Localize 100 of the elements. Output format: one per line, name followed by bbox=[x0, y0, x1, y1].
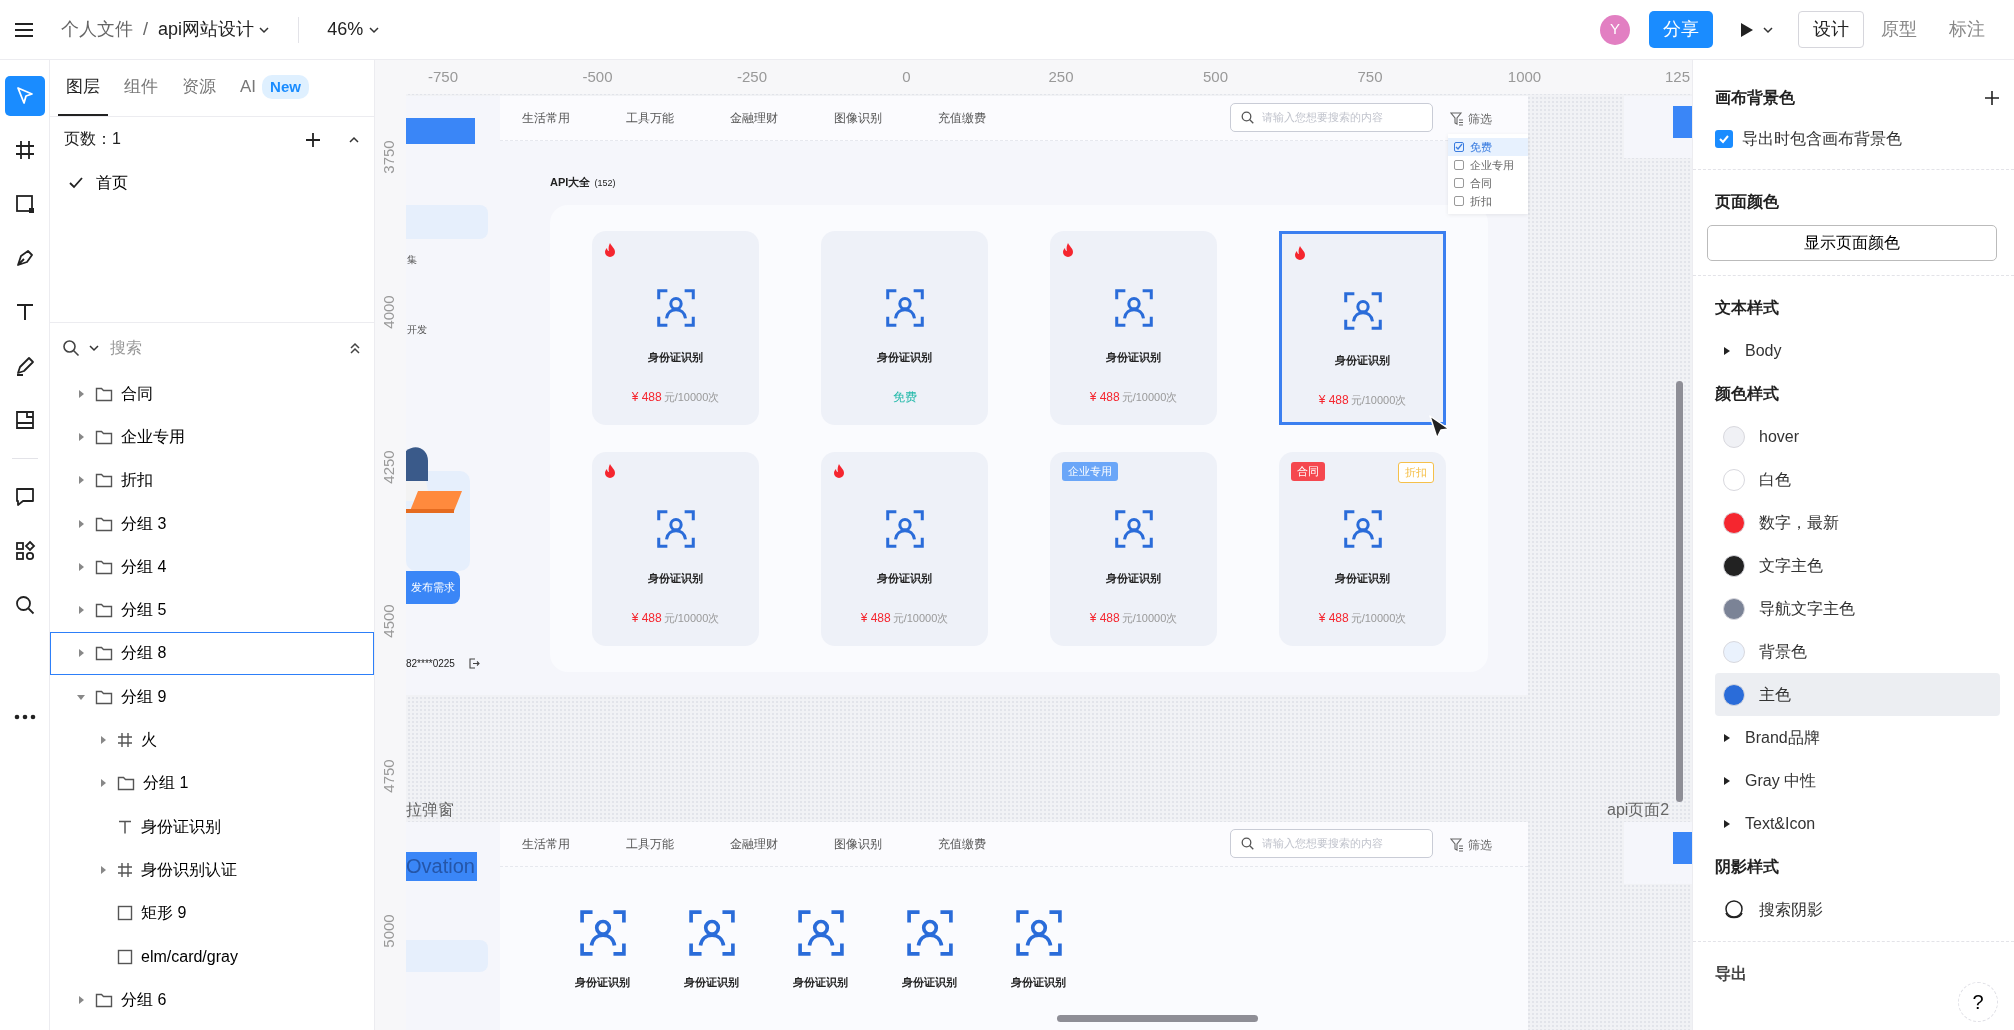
nav-link[interactable]: 充值缴费 bbox=[938, 835, 986, 853]
option-label: 企业专用 bbox=[1470, 157, 1514, 173]
nav-link[interactable]: 生活常用 bbox=[522, 109, 570, 127]
api-card[interactable]: 企业专用 身份证识别 ¥ 488 元/10000次 bbox=[1050, 452, 1217, 646]
nav-link[interactable]: 生活常用 bbox=[522, 835, 570, 853]
api-card[interactable]: 身份证识别 ¥ 488 元/10000次 bbox=[1279, 231, 1446, 425]
nav-link[interactable]: 图像识别 bbox=[834, 109, 882, 127]
nav-link[interactable]: 图像识别 bbox=[834, 835, 882, 853]
nav-link[interactable]: 充值缴费 bbox=[938, 109, 986, 127]
filter-icon bbox=[1450, 838, 1464, 852]
api-card[interactable]: 身份证识别 ¥ 488 元/10000次 bbox=[592, 452, 759, 646]
search-icon bbox=[62, 338, 80, 357]
layer-item[interactable]: 合同 bbox=[50, 372, 374, 416]
nav-link[interactable]: 工具万能 bbox=[626, 109, 674, 127]
layer-item[interactable]: 分组 4 bbox=[50, 545, 374, 589]
layer-item[interactable]: 身份识别认证 bbox=[50, 848, 374, 892]
layer-item[interactable]: 分组 9 bbox=[50, 675, 374, 719]
filter-button[interactable]: 筛选 bbox=[1450, 110, 1492, 128]
layer-item[interactable]: 分组 8 bbox=[50, 631, 374, 676]
search-field[interactable]: 搜索 bbox=[108, 334, 340, 361]
section-title: 页面颜色 bbox=[1715, 191, 1780, 212]
color-style[interactable]: 文字主色 bbox=[1715, 544, 2000, 587]
logout-icon[interactable] bbox=[469, 658, 480, 669]
api-card[interactable]: 合同 折扣 身份证识别 ¥ 488 元/10000次 bbox=[1279, 452, 1446, 646]
filter-button[interactable]: 筛选 bbox=[1450, 836, 1492, 854]
filter-option[interactable]: 免费 bbox=[1448, 138, 1528, 156]
filter-icon bbox=[1450, 112, 1464, 126]
file-name-dropdown[interactable]: api网站设计 bbox=[158, 16, 271, 43]
apps-icon bbox=[13, 540, 36, 562]
mode-tab[interactable]: 标注 bbox=[1934, 11, 2000, 48]
color-style[interactable]: 导航文字主色 bbox=[1715, 587, 2000, 630]
api-card[interactable]: 身份证识别 ¥ 488 元/10000次 bbox=[821, 452, 988, 646]
style-group[interactable]: Gray 中性 bbox=[1715, 759, 2000, 802]
filter-option[interactable]: 合同 bbox=[1448, 174, 1528, 192]
price: ¥ 488 bbox=[631, 388, 662, 406]
folder-icon bbox=[95, 472, 113, 489]
ruler-number: 1000 bbox=[1507, 67, 1542, 87]
help-button[interactable]: ? bbox=[1958, 982, 1998, 1022]
panel-tab[interactable]: AI New bbox=[232, 60, 317, 116]
color-style[interactable]: hover bbox=[1715, 415, 2000, 458]
card-title: 身份证识别 bbox=[648, 350, 703, 365]
checkbox[interactable] bbox=[1454, 160, 1464, 170]
breadcrumb-link[interactable]: 个人文件 bbox=[61, 16, 133, 43]
api-card[interactable]: 身份证识别 ¥ 488 元/10000次 bbox=[592, 231, 759, 425]
layer-item[interactable]: 分组 1 bbox=[50, 761, 374, 805]
text-layer-icon bbox=[117, 818, 133, 835]
nav-link[interactable]: 金融理财 bbox=[730, 109, 778, 127]
nav-link[interactable]: 工具万能 bbox=[626, 835, 674, 853]
ruler-number: 500 bbox=[1203, 67, 1228, 87]
scrollbar[interactable] bbox=[1676, 381, 1683, 802]
filter-option[interactable]: 企业专用 bbox=[1448, 156, 1528, 174]
style-group[interactable]: Body bbox=[1715, 329, 2000, 372]
scrollbar[interactable] bbox=[1057, 1015, 1258, 1022]
ruler-number: 4500 bbox=[379, 604, 399, 639]
more-icon bbox=[13, 714, 36, 720]
show-page-color-button[interactable]: 显示页面颜色 bbox=[1707, 225, 1997, 261]
collapse-all-icon[interactable] bbox=[348, 340, 362, 355]
layer-item[interactable]: 分组 5 bbox=[50, 588, 374, 632]
layer-item[interactable]: elm/card/gray bbox=[50, 934, 374, 979]
shadow-style[interactable]: 搜索阴影 bbox=[1715, 888, 2000, 931]
layer-item[interactable]: 身份证识别 bbox=[50, 804, 374, 849]
color-style[interactable]: 主色 bbox=[1715, 673, 2000, 716]
nav-link[interactable]: 金融理财 bbox=[730, 835, 778, 853]
play-button[interactable] bbox=[1739, 21, 1774, 38]
ruler-number: 5000 bbox=[379, 914, 399, 948]
page-item[interactable]: 首页 bbox=[50, 161, 374, 205]
layer-item[interactable]: 分组 3 bbox=[50, 501, 374, 546]
api-card[interactable]: 身份证识别 免费 bbox=[821, 231, 988, 425]
style-group[interactable]: Text&Icon bbox=[1715, 802, 2000, 845]
filter-option[interactable]: 折扣 bbox=[1448, 192, 1528, 210]
checkbox-label[interactable]: 导出时包含画布背景色 bbox=[1715, 119, 2000, 159]
publish-button[interactable]: 发布需求 bbox=[406, 571, 460, 604]
color-style[interactable]: 背景色 bbox=[1715, 630, 2000, 673]
checkbox[interactable] bbox=[1454, 196, 1464, 206]
layer-item[interactable]: 分组 6 bbox=[50, 978, 374, 1022]
zoom-dropdown[interactable]: 46% bbox=[327, 16, 380, 43]
ruler-number: -500 bbox=[582, 67, 613, 87]
rectangle-icon bbox=[117, 905, 133, 922]
panel-tab[interactable]: 组件 bbox=[116, 60, 166, 116]
folder-icon bbox=[95, 558, 113, 575]
style-group[interactable]: Brand品牌 bbox=[1715, 716, 2000, 759]
folder-icon bbox=[117, 775, 135, 792]
mode-tab[interactable]: 原型 bbox=[1866, 11, 1932, 48]
layer-item[interactable]: 企业专用 bbox=[50, 415, 374, 459]
layer-item[interactable]: 火 bbox=[50, 718, 374, 762]
mode-tab[interactable]: 设计 bbox=[1798, 11, 1864, 48]
color-style[interactable]: 数字，最新 bbox=[1715, 501, 2000, 544]
banner-text: Ovation bbox=[406, 852, 477, 881]
layer-item[interactable]: 矩形 9 bbox=[50, 891, 374, 935]
color-style[interactable]: 白色 bbox=[1715, 458, 2000, 501]
api-card[interactable]: 身份证识别 ¥ 488 元/10000次 bbox=[1050, 231, 1217, 425]
checkbox[interactable] bbox=[1454, 178, 1464, 188]
layer-item[interactable]: 折扣 bbox=[50, 458, 374, 502]
panel-tab[interactable]: 资源 bbox=[174, 60, 224, 116]
menu-icon bbox=[14, 22, 34, 39]
panel-tab[interactable]: 图层 bbox=[58, 60, 108, 116]
checkbox[interactable] bbox=[1715, 130, 1733, 148]
face-scan-icon bbox=[656, 289, 695, 327]
checkbox[interactable] bbox=[1454, 142, 1464, 152]
check-icon bbox=[1455, 143, 1463, 151]
